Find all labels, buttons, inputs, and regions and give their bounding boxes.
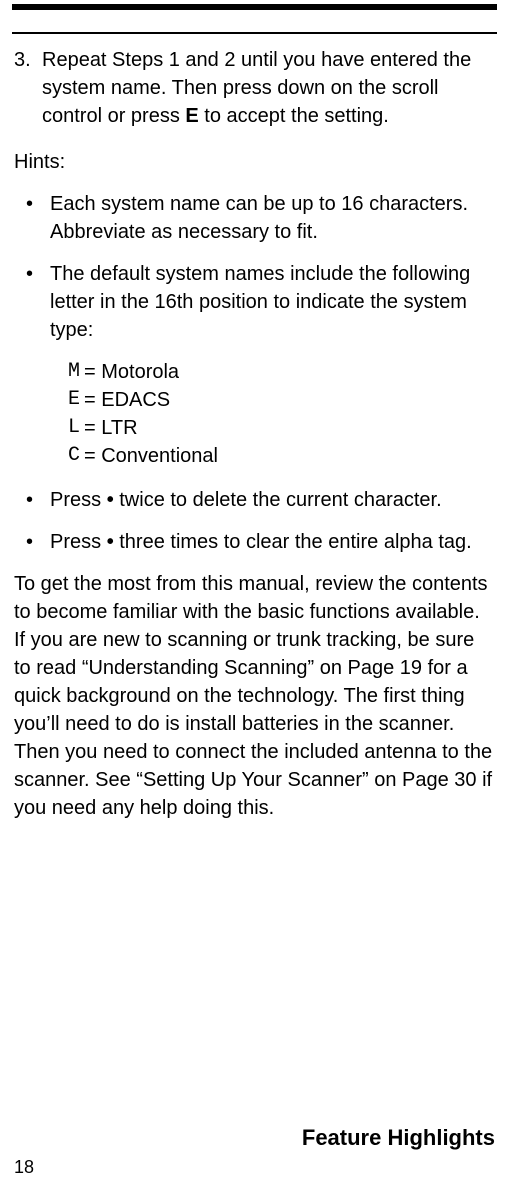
system-type-code: C [68, 442, 84, 470]
system-type-code: L [68, 414, 84, 442]
bullet-icon: • [26, 190, 50, 246]
top-rule-thick [12, 4, 497, 10]
top-rule-thin [12, 32, 497, 34]
step-3-key: E [185, 105, 198, 127]
system-type-code: M [68, 358, 84, 386]
hint-2-text: The default system names include the fol… [50, 260, 495, 344]
footer-title: Feature Highlights [302, 1123, 495, 1154]
step-3-text-after: to accept the setting. [199, 105, 389, 127]
hint-3: • Press • twice to delete the current ch… [14, 486, 495, 514]
system-type-label: = Motorola [84, 358, 179, 386]
system-type-row: L = LTR [68, 414, 495, 442]
hint-4-after: three times to clear the entire alpha ta… [119, 531, 471, 553]
hint-1-text: Each system name can be up to 16 charact… [50, 190, 495, 246]
hint-1: • Each system name can be up to 16 chara… [14, 190, 495, 246]
dot-glyph-icon: • [107, 531, 120, 553]
hint-4: • Press • three times to clear the entir… [14, 528, 495, 556]
system-type-label: = Conventional [84, 442, 218, 470]
hint-4-before: Press [50, 531, 107, 553]
system-type-row: M = Motorola [68, 358, 495, 386]
bullet-icon: • [26, 528, 50, 556]
page-number: 18 [14, 1155, 34, 1180]
system-type-list: M = Motorola E = EDACS L = LTR C = Conve… [14, 358, 495, 470]
system-type-row: C = Conventional [68, 442, 495, 470]
system-type-label: = LTR [84, 414, 138, 442]
step-3-number: 3. [14, 46, 42, 130]
dot-glyph-icon: • [107, 489, 120, 511]
main-paragraph: To get the most from this manual, review… [14, 570, 495, 822]
hint-4-body: Press • three times to clear the entire … [50, 528, 495, 556]
hint-3-before: Press [50, 489, 107, 511]
hints-label: Hints: [14, 148, 495, 176]
system-type-code: E [68, 386, 84, 414]
bullet-icon: • [26, 260, 50, 344]
hint-2: • The default system names include the f… [14, 260, 495, 344]
page-content: 3. Repeat Steps 1 and 2 until you have e… [12, 46, 497, 822]
system-type-label: = EDACS [84, 386, 170, 414]
step-3: 3. Repeat Steps 1 and 2 until you have e… [14, 46, 495, 130]
step-3-body: Repeat Steps 1 and 2 until you have ente… [42, 46, 495, 130]
bullet-icon: • [26, 486, 50, 514]
hint-3-after: twice to delete the current character. [119, 489, 441, 511]
hint-3-body: Press • twice to delete the current char… [50, 486, 495, 514]
system-type-row: E = EDACS [68, 386, 495, 414]
